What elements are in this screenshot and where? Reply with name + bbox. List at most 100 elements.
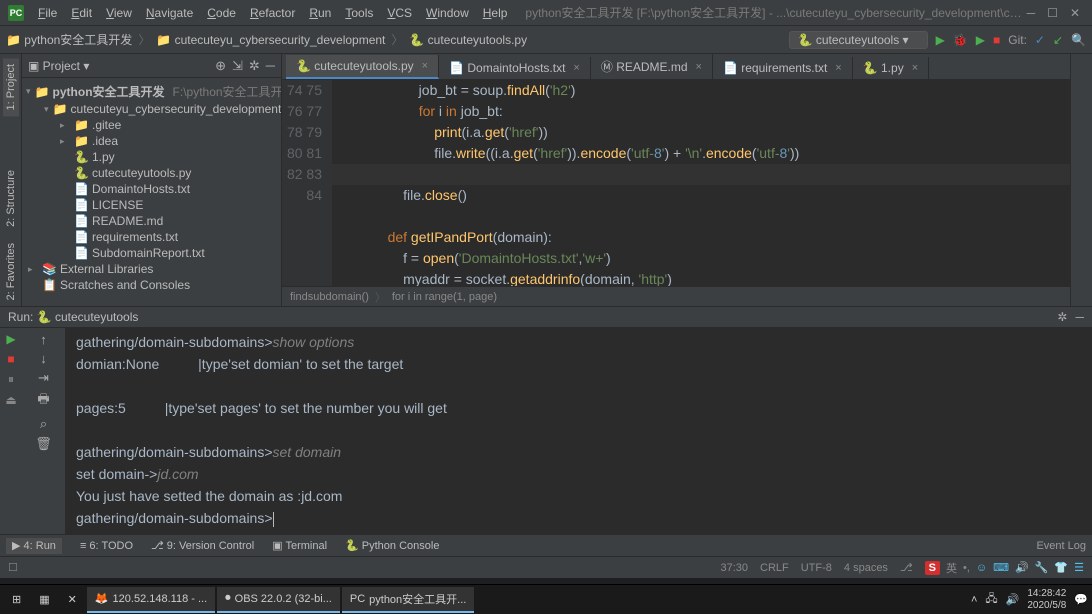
bottom-tab[interactable]: ⎇ 9: Version Control (151, 540, 254, 552)
tree-item[interactable]: 📋Scratches and Consoles (22, 277, 281, 293)
taskbar-item[interactable]: PCpython安全工具开... (342, 587, 474, 613)
bottom-tab[interactable]: ▣ Terminal (272, 540, 327, 552)
breadcrumb-item[interactable]: 📁 python安全工具开发 (6, 31, 132, 48)
ime-punct-icon[interactable]: •, (963, 562, 970, 574)
menu-view[interactable]: View (100, 4, 138, 22)
project-tree[interactable]: ▾📁python安全工具开发F:\python安全工具开发▾📁cutecutey… (22, 78, 281, 306)
menu-run[interactable]: Run (303, 4, 337, 22)
taskbar-clock[interactable]: 14:28:422020/5/8 (1027, 588, 1066, 612)
line-separator[interactable]: CRLF (760, 562, 789, 574)
file-encoding[interactable]: UTF-8 (801, 562, 832, 574)
tray-volume-icon[interactable]: 🔊 (1006, 593, 1020, 606)
minimize-run-icon[interactable]: ─ (1075, 310, 1084, 324)
menu-refactor[interactable]: Refactor (244, 4, 301, 22)
minimize-icon[interactable]: ─ (1027, 6, 1036, 20)
tree-root[interactable]: ▾📁python安全工具开发F:\python安全工具开发 (22, 82, 281, 101)
trash-icon[interactable]: 🗑 (35, 436, 52, 452)
event-log[interactable]: Event Log (1036, 540, 1086, 552)
code-editor[interactable]: 74 75 76 77 78 79 80 81 82 83 84 job_bt … (282, 80, 1070, 286)
git-update-icon[interactable]: ✓ (1035, 33, 1045, 47)
ime-indicator[interactable]: S (925, 561, 940, 575)
settings-icon[interactable]: ✲ (1057, 310, 1067, 324)
editor-tab[interactable]: 📄 requirements.txt× (713, 57, 853, 79)
ime-shirt-icon[interactable]: 👕 (1054, 561, 1068, 574)
menu-code[interactable]: Code (201, 4, 242, 22)
close-tab-icon[interactable]: × (573, 62, 579, 74)
notification-icon[interactable]: 💬 (1074, 593, 1088, 606)
tab-favorites[interactable]: 2: Favorites (3, 237, 19, 306)
search-icon[interactable]: 🔍 (1071, 33, 1086, 47)
taskbar-item[interactable]: ⏺OBS 22.0.2 (32-bi... (217, 587, 340, 613)
tray-arrow-icon[interactable]: ˄ (971, 594, 977, 606)
tree-item[interactable]: 📄README.md (22, 213, 281, 229)
tree-item[interactable]: 🐍1.py (22, 149, 281, 165)
taskbar-item[interactable]: ▦ (31, 587, 57, 613)
menu-tools[interactable]: Tools (339, 4, 379, 22)
breadcrumb-item[interactable]: 📁 cutecuteyu_cybersecurity_development (156, 33, 385, 47)
tree-item[interactable]: 📄SubdomainReport.txt (22, 245, 281, 261)
gear-icon[interactable]: ✲ (249, 58, 260, 74)
status-message-icon[interactable]: ☐ (8, 561, 18, 574)
run-config-selector[interactable]: 🐍 cutecuteyutools ▾ (789, 31, 928, 49)
tree-item[interactable]: ▾📁cutecuteyu_cybersecurity_development (22, 101, 281, 117)
collapse-icon[interactable]: ⇲ (232, 58, 243, 74)
breadcrumb-item[interactable]: 🐍 cutecuteyutools.py (409, 33, 527, 47)
close-tab-icon[interactable]: × (422, 60, 428, 72)
menu-vcs[interactable]: VCS (381, 4, 418, 22)
tree-item[interactable]: 🐍cutecuteyutools.py (22, 165, 281, 181)
hide-icon[interactable]: ─ (266, 58, 275, 74)
git-branch-icon[interactable]: ⎇ (900, 561, 913, 574)
run-icon[interactable]: ▶ (936, 33, 945, 47)
code-text[interactable]: job_bt = soup.findAll('h2') for i in job… (332, 80, 1070, 286)
bottom-tab[interactable]: 🐍 Python Console (345, 540, 439, 552)
rerun-icon[interactable]: ▶ (6, 332, 15, 346)
editor-tab[interactable]: 📄 DomaintoHosts.txt× (439, 57, 591, 79)
tree-item[interactable]: 📄DomaintoHosts.txt (22, 181, 281, 197)
tree-item[interactable]: 📄requirements.txt (22, 229, 281, 245)
filter-icon[interactable]: ⌕ (40, 416, 47, 432)
editor-tab[interactable]: Ⓜ README.md× (591, 54, 713, 79)
bottom-tab[interactable]: ≡ 6: TODO (80, 540, 133, 552)
taskbar-item[interactable]: ✕ (60, 587, 85, 613)
ime-lang[interactable]: 英 (946, 560, 957, 576)
ime-keyboard-icon[interactable]: ⌨ (993, 561, 1009, 574)
debug-icon[interactable]: 🐞 (953, 33, 968, 47)
stop-run-icon[interactable]: ■ (7, 352, 14, 366)
tab-project[interactable]: 1: Project (3, 58, 19, 116)
tray-network-icon[interactable]: 🖧 (985, 590, 997, 609)
exit-icon[interactable]: ⏏ (5, 393, 16, 407)
indent-setting[interactable]: 4 spaces (844, 562, 888, 574)
taskbar-item[interactable]: 🦊120.52.148.118 - ... (87, 587, 215, 613)
target-icon[interactable]: ⊕ (215, 58, 226, 74)
ime-tool-icon[interactable]: 🔧 (1035, 561, 1049, 574)
pause-icon[interactable]: ⏸ (8, 372, 14, 387)
console-output[interactable]: gathering/domain-subdomains>show options… (66, 328, 1092, 534)
close-icon[interactable]: ✕ (1070, 6, 1080, 20)
editor-tab[interactable]: 🐍 cutecuteyutools.py× (286, 55, 439, 79)
menu-window[interactable]: Window (420, 4, 475, 22)
close-tab-icon[interactable]: × (696, 61, 702, 73)
tree-item[interactable]: ▸📚External Libraries (22, 261, 281, 277)
close-tab-icon[interactable]: × (912, 62, 918, 74)
ime-speaker-icon[interactable]: 🔊 (1015, 561, 1029, 574)
git-commit-icon[interactable]: ↙ (1053, 33, 1063, 47)
bottom-tab[interactable]: ▶ 4: Run (6, 538, 62, 554)
stop-icon[interactable]: ■ (993, 33, 1000, 47)
tree-item[interactable]: 📄LICENSE (22, 197, 281, 213)
tab-structure[interactable]: 2: Structure (3, 164, 19, 233)
menu-navigate[interactable]: Navigate (140, 4, 199, 22)
tree-item[interactable]: ▸📁.gitee (22, 117, 281, 133)
taskbar-item[interactable]: ⊞ (4, 587, 29, 613)
ime-menu-icon[interactable]: ☰ (1074, 561, 1084, 574)
run-menu-icon[interactable]: ▶ (976, 33, 985, 47)
menu-help[interactable]: Help (477, 4, 514, 22)
up-icon[interactable]: ↑ (40, 332, 47, 347)
wrap-icon[interactable]: ⇥ (38, 370, 49, 386)
ime-smiley-icon[interactable]: ☺ (976, 562, 987, 574)
print-icon[interactable]: 🖶 (37, 390, 49, 412)
tree-item[interactable]: ▸📁.idea (22, 133, 281, 149)
maximize-icon[interactable]: ☐ (1047, 6, 1058, 20)
editor-tab[interactable]: 🐍 1.py× (853, 57, 929, 79)
close-tab-icon[interactable]: × (835, 62, 841, 74)
down-icon[interactable]: ↓ (40, 351, 47, 366)
